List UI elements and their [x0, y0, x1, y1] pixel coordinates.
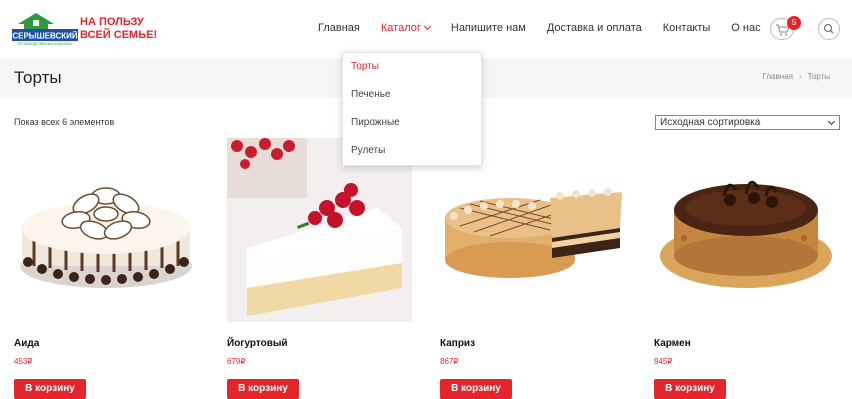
sort-select-value: Исходная сортировка: [660, 117, 761, 128]
add-to-cart-button[interactable]: В корзину: [440, 379, 512, 399]
breadcrumb-home[interactable]: Главная: [762, 72, 792, 81]
product-name[interactable]: Каприз: [440, 338, 475, 349]
dropdown-item-pastries[interactable]: Пирожные: [351, 117, 400, 128]
breadcrumb-separator-icon: ›: [798, 72, 802, 81]
dropdown-item-cookies[interactable]: Печенье: [351, 89, 390, 100]
product-name[interactable]: Кармен: [654, 338, 691, 349]
breadcrumb: Главная › Торты: [762, 72, 830, 81]
add-to-cart-button[interactable]: В корзину: [14, 379, 86, 399]
product-name[interactable]: Аида: [14, 338, 39, 349]
nav-item-home[interactable]: Главная: [318, 22, 360, 38]
dropdown-item-rolls[interactable]: Рулеты: [351, 145, 385, 156]
nav-item-contact-us[interactable]: Напишите нам: [451, 22, 526, 38]
nav-item-contacts[interactable]: Контакты: [663, 22, 711, 38]
search-button[interactable]: [818, 18, 840, 40]
site-header: СЕРЫШЕВСКИЙ ПРОИЗВОДСТВЕННЫЙ КОМПЛЕКС НА…: [0, 0, 852, 58]
logo-slogan: НА ПОЛЬЗУ ВСЕЙ СЕМЬЕ!: [80, 16, 160, 42]
catalog-dropdown: Торты Печенье Пирожные Рулеты: [342, 52, 482, 166]
nav-item-catalog[interactable]: Каталог: [380, 22, 431, 38]
logo-text: СЕРЫШЕВСКИЙ: [12, 32, 78, 41]
slogan-line-1: НА ПОЛЬЗУ: [80, 16, 144, 28]
breadcrumb-current: Торты: [807, 72, 830, 81]
nav-item-catalog-label: Каталог: [380, 22, 421, 34]
product-price: 867₽: [440, 357, 459, 366]
add-to-cart-button[interactable]: В корзину: [654, 379, 726, 399]
cart-count-badge: 5: [787, 16, 801, 30]
site-logo[interactable]: СЕРЫШЕВСКИЙ ПРОИЗВОДСТВЕННЫЙ КОМПЛЕКС НА…: [12, 10, 157, 46]
chevron-down-icon: [827, 117, 836, 126]
dropdown-item-cakes[interactable]: Торты: [351, 61, 379, 72]
logo-subtext: ПРОИЗВОДСТВЕННЫЙ КОМПЛЕКС: [18, 42, 73, 46]
result-count: Показ всех 6 элементов: [14, 117, 115, 127]
logo-mark: СЕРЫШЕВСКИЙ ПРОИЗВОДСТВЕННЫЙ КОМПЛЕКС: [12, 13, 78, 46]
product-image[interactable]: [14, 138, 199, 322]
product-price: 679₽: [227, 357, 246, 366]
product-name[interactable]: Йогуртовый: [227, 338, 288, 349]
nav-item-delivery[interactable]: Доставка и оплата: [547, 22, 642, 38]
product-image[interactable]: [654, 138, 839, 322]
main-nav: Главная Каталог Напишите нам Доставка и …: [318, 22, 761, 38]
sort-select[interactable]: Исходная сортировка: [655, 115, 840, 130]
nav-item-about[interactable]: О нас: [731, 22, 760, 38]
page-title: Торты: [14, 68, 62, 87]
slogan-line-2: ВСЕЙ СЕМЬЕ!: [80, 29, 158, 41]
search-icon: [823, 23, 834, 34]
product-price: 453₽: [14, 357, 33, 366]
chevron-down-icon: [423, 22, 431, 31]
product-price: 945₽: [654, 357, 673, 366]
add-to-cart-button[interactable]: В корзину: [227, 379, 299, 399]
